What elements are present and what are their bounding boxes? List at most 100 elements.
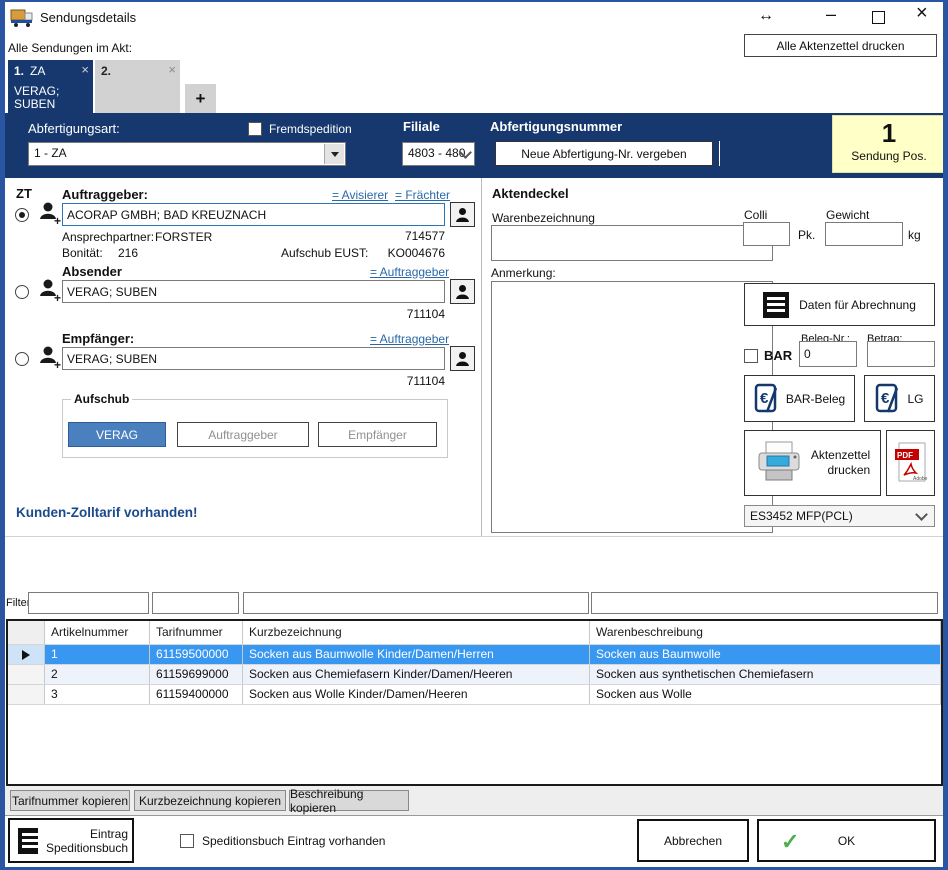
filiale-dropdown-arrow-icon[interactable]	[461, 152, 470, 157]
empfaenger-input[interactable]	[62, 347, 445, 370]
aktenzettel-drucken-button[interactable]: Aktenzettel drucken	[744, 430, 881, 496]
printer-select[interactable]: ES3452 MFP(PCL)	[744, 505, 935, 527]
tab-shipment-1[interactable]: 1. ZA × VERAG; SUBEN	[8, 60, 93, 113]
bar-beleg-button[interactable]: € BAR-Beleg	[744, 375, 855, 422]
abfertigungsart-dropdown-arrow-icon[interactable]	[324, 144, 344, 164]
empfaenger-label: Empfänger:	[62, 331, 134, 346]
daten-fuer-abrechnung-button[interactable]: Daten für Abrechnung	[744, 283, 935, 326]
print-all-aktenzettel-button[interactable]: Alle Aktenzettel drucken	[744, 34, 937, 57]
auftraggeber-radio[interactable]	[15, 208, 29, 222]
bar-label: BAR	[764, 348, 792, 363]
aufschub-auftraggeber-button[interactable]: Auftraggeber	[177, 422, 309, 447]
speditionsbuch-checkbox-label: Speditionsbuch Eintrag vorhanden	[202, 834, 385, 848]
filter-artikelnummer-input[interactable]	[28, 592, 149, 614]
contact-icon	[454, 206, 471, 223]
auftraggeber-label: Auftraggeber:	[62, 187, 148, 202]
ansprechpartner-label: Ansprechpartner:	[62, 230, 154, 244]
auftraggeber-input[interactable]	[62, 203, 445, 226]
beleg-nr-input[interactable]	[799, 341, 857, 367]
table-row[interactable]: 1 61159500000 Socken aus Baumwolle Kinde…	[8, 645, 941, 665]
absender-number: 711104	[385, 307, 445, 321]
col-header-tarifnummer[interactable]: Tarifnummer	[150, 621, 243, 644]
fraechter-link[interactable]: = Frächter	[395, 188, 450, 202]
aufschub-verag-button[interactable]: VERAG	[68, 422, 166, 447]
neue-abfertigungsnummer-button[interactable]: Neue Abfertigung-Nr. vergeben	[495, 141, 713, 166]
euro-receipt-icon: €	[875, 383, 901, 415]
avisierer-link[interactable]: = Avisierer	[332, 188, 388, 202]
euro-receipt-icon: €	[754, 383, 780, 415]
footer-divider	[0, 815, 948, 816]
betrag-input[interactable]	[867, 341, 935, 367]
add-contact-icon[interactable]: +	[38, 344, 62, 373]
pdf-export-button[interactable]: PDF Adobe	[886, 430, 935, 496]
gewicht-input[interactable]	[825, 222, 903, 246]
printer-dropdown-arrow-icon[interactable]	[917, 514, 926, 519]
row-selector-cell	[8, 665, 45, 684]
maximize-icon[interactable]	[872, 11, 885, 24]
anmerkung-textarea[interactable]	[491, 281, 773, 533]
panel-divider	[481, 178, 482, 536]
close-icon[interactable]: ×	[916, 5, 928, 21]
fremdspedition-checkbox[interactable]	[248, 122, 262, 136]
sendung-pos-count: 1	[833, 118, 945, 149]
table-row[interactable]: 3 61159400000 Socken aus Wolle Kinder/Da…	[8, 685, 941, 705]
col-header-warenbeschreibung[interactable]: Warenbeschreibung	[590, 621, 941, 644]
selector-column-header	[8, 621, 45, 644]
article-table: Artikelnummer Tarifnummer Kurzbezeichnun…	[6, 619, 943, 786]
tab2-close-icon[interactable]: ×	[168, 62, 176, 77]
absender-radio[interactable]	[15, 285, 29, 299]
add-shipment-tab-button[interactable]: +	[185, 84, 216, 113]
filter-kurzbezeichnung-input[interactable]	[243, 592, 589, 614]
abfertigungsart-select[interactable]: 1 - ZA	[28, 142, 346, 166]
svg-text:+: +	[54, 214, 61, 226]
tab1-line2: VERAG;	[14, 84, 59, 98]
gewicht-label: Gewicht	[826, 208, 869, 222]
minimize-icon[interactable]: –	[826, 6, 836, 22]
col-header-artikelnummer[interactable]: Artikelnummer	[45, 621, 150, 644]
colli-input[interactable]	[743, 222, 790, 246]
empfaenger-contact-button[interactable]	[450, 346, 475, 371]
absender-contact-button[interactable]	[450, 279, 475, 304]
svg-text:+: +	[54, 358, 61, 370]
add-contact-icon[interactable]: +	[38, 200, 62, 229]
copy-beschreibung-button[interactable]: Beschreibung kopieren	[289, 790, 409, 811]
row-selector-cell	[8, 645, 45, 664]
empfaenger-auftraggeber-link[interactable]: = Auftraggeber	[370, 332, 449, 346]
aufschub-eust-label: Aufschub EUST:	[281, 246, 368, 260]
add-contact-icon[interactable]: +	[38, 277, 62, 306]
ok-button[interactable]: ✓ OK	[757, 819, 936, 862]
aktendeckel-title: Aktendeckel	[492, 186, 569, 201]
bar-checkbox[interactable]	[744, 349, 758, 363]
absender-auftraggeber-link[interactable]: = Auftraggeber	[370, 265, 449, 279]
tab-shipment-2[interactable]: 2. ×	[95, 60, 180, 113]
fremdspedition-label: Fremdspedition	[269, 122, 352, 136]
anmerkung-label: Anmerkung:	[491, 266, 556, 280]
window-title: Sendungsdetails	[40, 10, 136, 25]
aufschub-empfaenger-button[interactable]: Empfänger	[318, 422, 437, 447]
filiale-select[interactable]: 4803 - 480	[402, 142, 475, 166]
auftraggeber-contact-button[interactable]	[450, 202, 475, 227]
warenbezeichnung-textarea[interactable]	[491, 225, 773, 261]
printer-icon	[755, 440, 803, 486]
pdf-icon: PDF Adobe	[893, 440, 929, 486]
filter-tarifnummer-input[interactable]	[152, 592, 239, 614]
speditionsbuch-checkbox[interactable]	[180, 834, 194, 848]
cancel-button[interactable]: Abbrechen	[637, 819, 749, 862]
row-selector-cell	[8, 685, 45, 704]
eintrag-speditionsbuch-button[interactable]: Eintrag Speditionsbuch	[8, 818, 134, 863]
sendungsdetails-window: Sendungsdetails ↔ – × Alle Aktenzettel d…	[0, 0, 948, 870]
empfaenger-radio[interactable]	[15, 352, 29, 366]
tab1-close-icon[interactable]: ×	[81, 62, 89, 77]
form-bottom-divider	[0, 536, 948, 537]
tab2-number: 2.	[101, 64, 111, 78]
absender-input[interactable]	[62, 280, 445, 303]
resize-icon[interactable]: ↔	[758, 8, 774, 24]
col-header-kurzbezeichnung[interactable]: Kurzbezeichnung	[243, 621, 590, 644]
bonitaet-value: 216	[118, 246, 138, 260]
lg-button[interactable]: € LG	[864, 375, 935, 422]
copy-kurzbezeichnung-button[interactable]: Kurzbezeichnung kopieren	[134, 790, 286, 811]
list-icon	[18, 828, 38, 854]
table-row[interactable]: 2 61159699000 Socken aus Chemiefasern Ki…	[8, 665, 941, 685]
filter-warenbeschreibung-input[interactable]	[591, 592, 938, 614]
copy-tarifnummer-button[interactable]: Tarifnummer kopieren	[10, 790, 130, 811]
